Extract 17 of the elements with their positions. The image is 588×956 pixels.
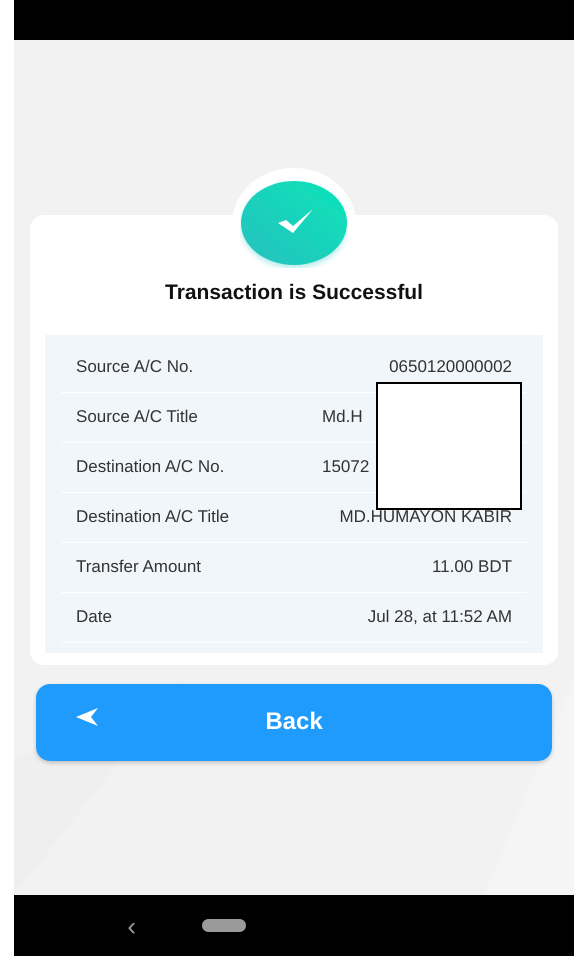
- detail-value: Md.H: [321, 406, 364, 428]
- success-check-icon: [240, 178, 348, 268]
- nav-back-button[interactable]: ‹: [127, 912, 136, 938]
- detail-label: Destination A/C Title: [76, 506, 230, 528]
- detail-label: Destination A/C No.: [76, 456, 224, 478]
- detail-value: 15072: [321, 456, 370, 478]
- detail-label: Source A/C Title: [76, 406, 198, 428]
- home-pill[interactable]: [202, 919, 246, 932]
- status-title: Transaction is Successful: [164, 280, 424, 306]
- detail-value: 11.00 BDT: [430, 556, 512, 578]
- detail-value: Jul 28, at 11:52 AM: [366, 606, 512, 628]
- detail-value: MD.HUMAYON KABIR: [338, 506, 512, 528]
- detail-label: Date: [76, 606, 112, 628]
- detail-value: 0650120000002: [388, 356, 512, 378]
- back-arrow-icon: [76, 708, 100, 726]
- detail-label: Transfer Amount: [76, 556, 202, 578]
- detail-label: Source A/C No.: [76, 356, 194, 378]
